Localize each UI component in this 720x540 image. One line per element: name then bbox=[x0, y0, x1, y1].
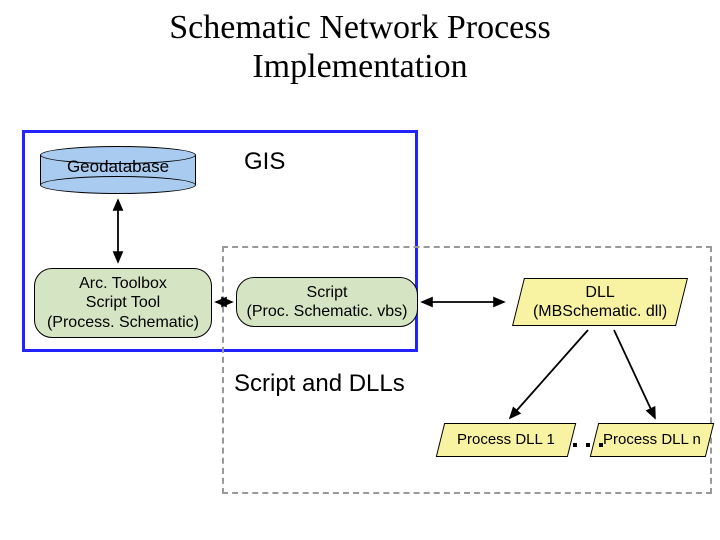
dll-node: DLL (MBSchematic. dll) bbox=[512, 278, 688, 326]
gis-label: GIS bbox=[244, 148, 285, 176]
process-dll-1-label: Process DLL 1 bbox=[457, 431, 555, 449]
arctoolbox-line3: (Process. Schematic) bbox=[47, 314, 199, 331]
script-line1: Script bbox=[307, 284, 348, 301]
script-node: Script (Proc. Schematic. vbs) bbox=[236, 277, 418, 327]
process-dll-n-label: Process DLL n bbox=[603, 431, 701, 449]
script-and-dlls-label: Script and DLLs bbox=[234, 370, 405, 398]
title-line1: Schematic Network Process bbox=[169, 9, 550, 46]
arctoolbox-node: Arc. Toolbox Script Tool (Process. Schem… bbox=[34, 268, 212, 338]
slide-title: Schematic Network Process Implementation bbox=[0, 8, 720, 86]
process-dll-1-node: Process DLL 1 bbox=[436, 423, 576, 457]
dll-line2: (MBSchematic. dll) bbox=[533, 303, 667, 320]
process-dll-n-node: Process DLL n bbox=[590, 423, 714, 457]
ellipsis bbox=[572, 427, 604, 453]
geodatabase-label: Geodatabase bbox=[50, 157, 186, 177]
arctoolbox-line1: Arc. Toolbox bbox=[79, 275, 167, 292]
arctoolbox-line2: Script Tool bbox=[86, 294, 160, 311]
dll-line1: DLL bbox=[585, 284, 614, 301]
title-line2: Implementation bbox=[252, 48, 467, 85]
script-line2: (Proc. Schematic. vbs) bbox=[247, 303, 408, 320]
